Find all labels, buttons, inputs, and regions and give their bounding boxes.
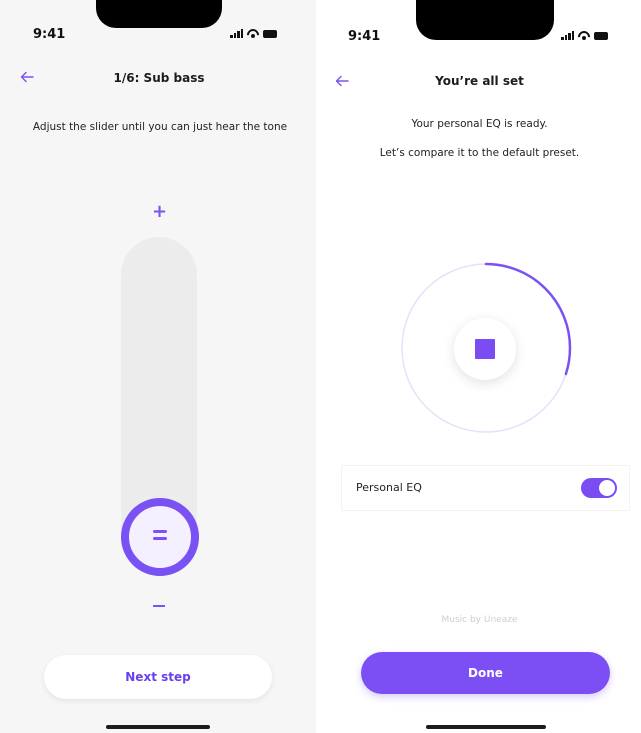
personal-eq-toggle[interactable] [581, 478, 617, 498]
music-credit: Music by Uneaze [441, 615, 518, 625]
toggle-knob [599, 480, 615, 496]
wifi-icon [578, 31, 590, 40]
next-step-button[interactable]: Next step [44, 655, 272, 699]
handle-grip-line [153, 537, 167, 540]
stop-icon [475, 339, 495, 359]
ready-message: Your personal EQ is ready. [411, 118, 548, 130]
increase-icon[interactable]: + [152, 201, 167, 222]
done-button[interactable]: Done [361, 652, 610, 694]
eq-calibration-screen: 9:41 1/6: Sub bass Adjust the slider unt… [0, 0, 318, 733]
home-indicator [426, 725, 546, 729]
handle-grip-icon [153, 530, 167, 533]
compare-message: Let’s compare it to the default preset. [379, 147, 580, 159]
home-indicator [106, 725, 210, 729]
status-time: 9:41 [33, 27, 66, 42]
playback-button[interactable] [454, 318, 516, 380]
notch [96, 0, 222, 28]
decrease-icon[interactable] [153, 605, 165, 607]
notch [416, 0, 554, 40]
personal-eq-row[interactable]: Personal EQ [342, 466, 629, 510]
page-title: 1/6: Sub bass [113, 71, 205, 85]
slider-handle[interactable] [121, 498, 199, 576]
status-icons [230, 29, 277, 38]
signal-icon [561, 31, 574, 40]
personal-eq-label: Personal EQ [356, 481, 422, 494]
instruction-text: Adjust the slider until you can just hea… [32, 121, 288, 133]
battery-icon [594, 32, 608, 40]
signal-icon [230, 29, 243, 38]
battery-icon [263, 30, 277, 38]
wifi-icon [247, 29, 259, 38]
status-time: 9:41 [348, 29, 381, 44]
eq-result-screen: 9:41 You’re all set Your personal EQ is … [318, 0, 641, 733]
status-icons [561, 31, 608, 40]
page-title: You’re all set [435, 74, 524, 88]
